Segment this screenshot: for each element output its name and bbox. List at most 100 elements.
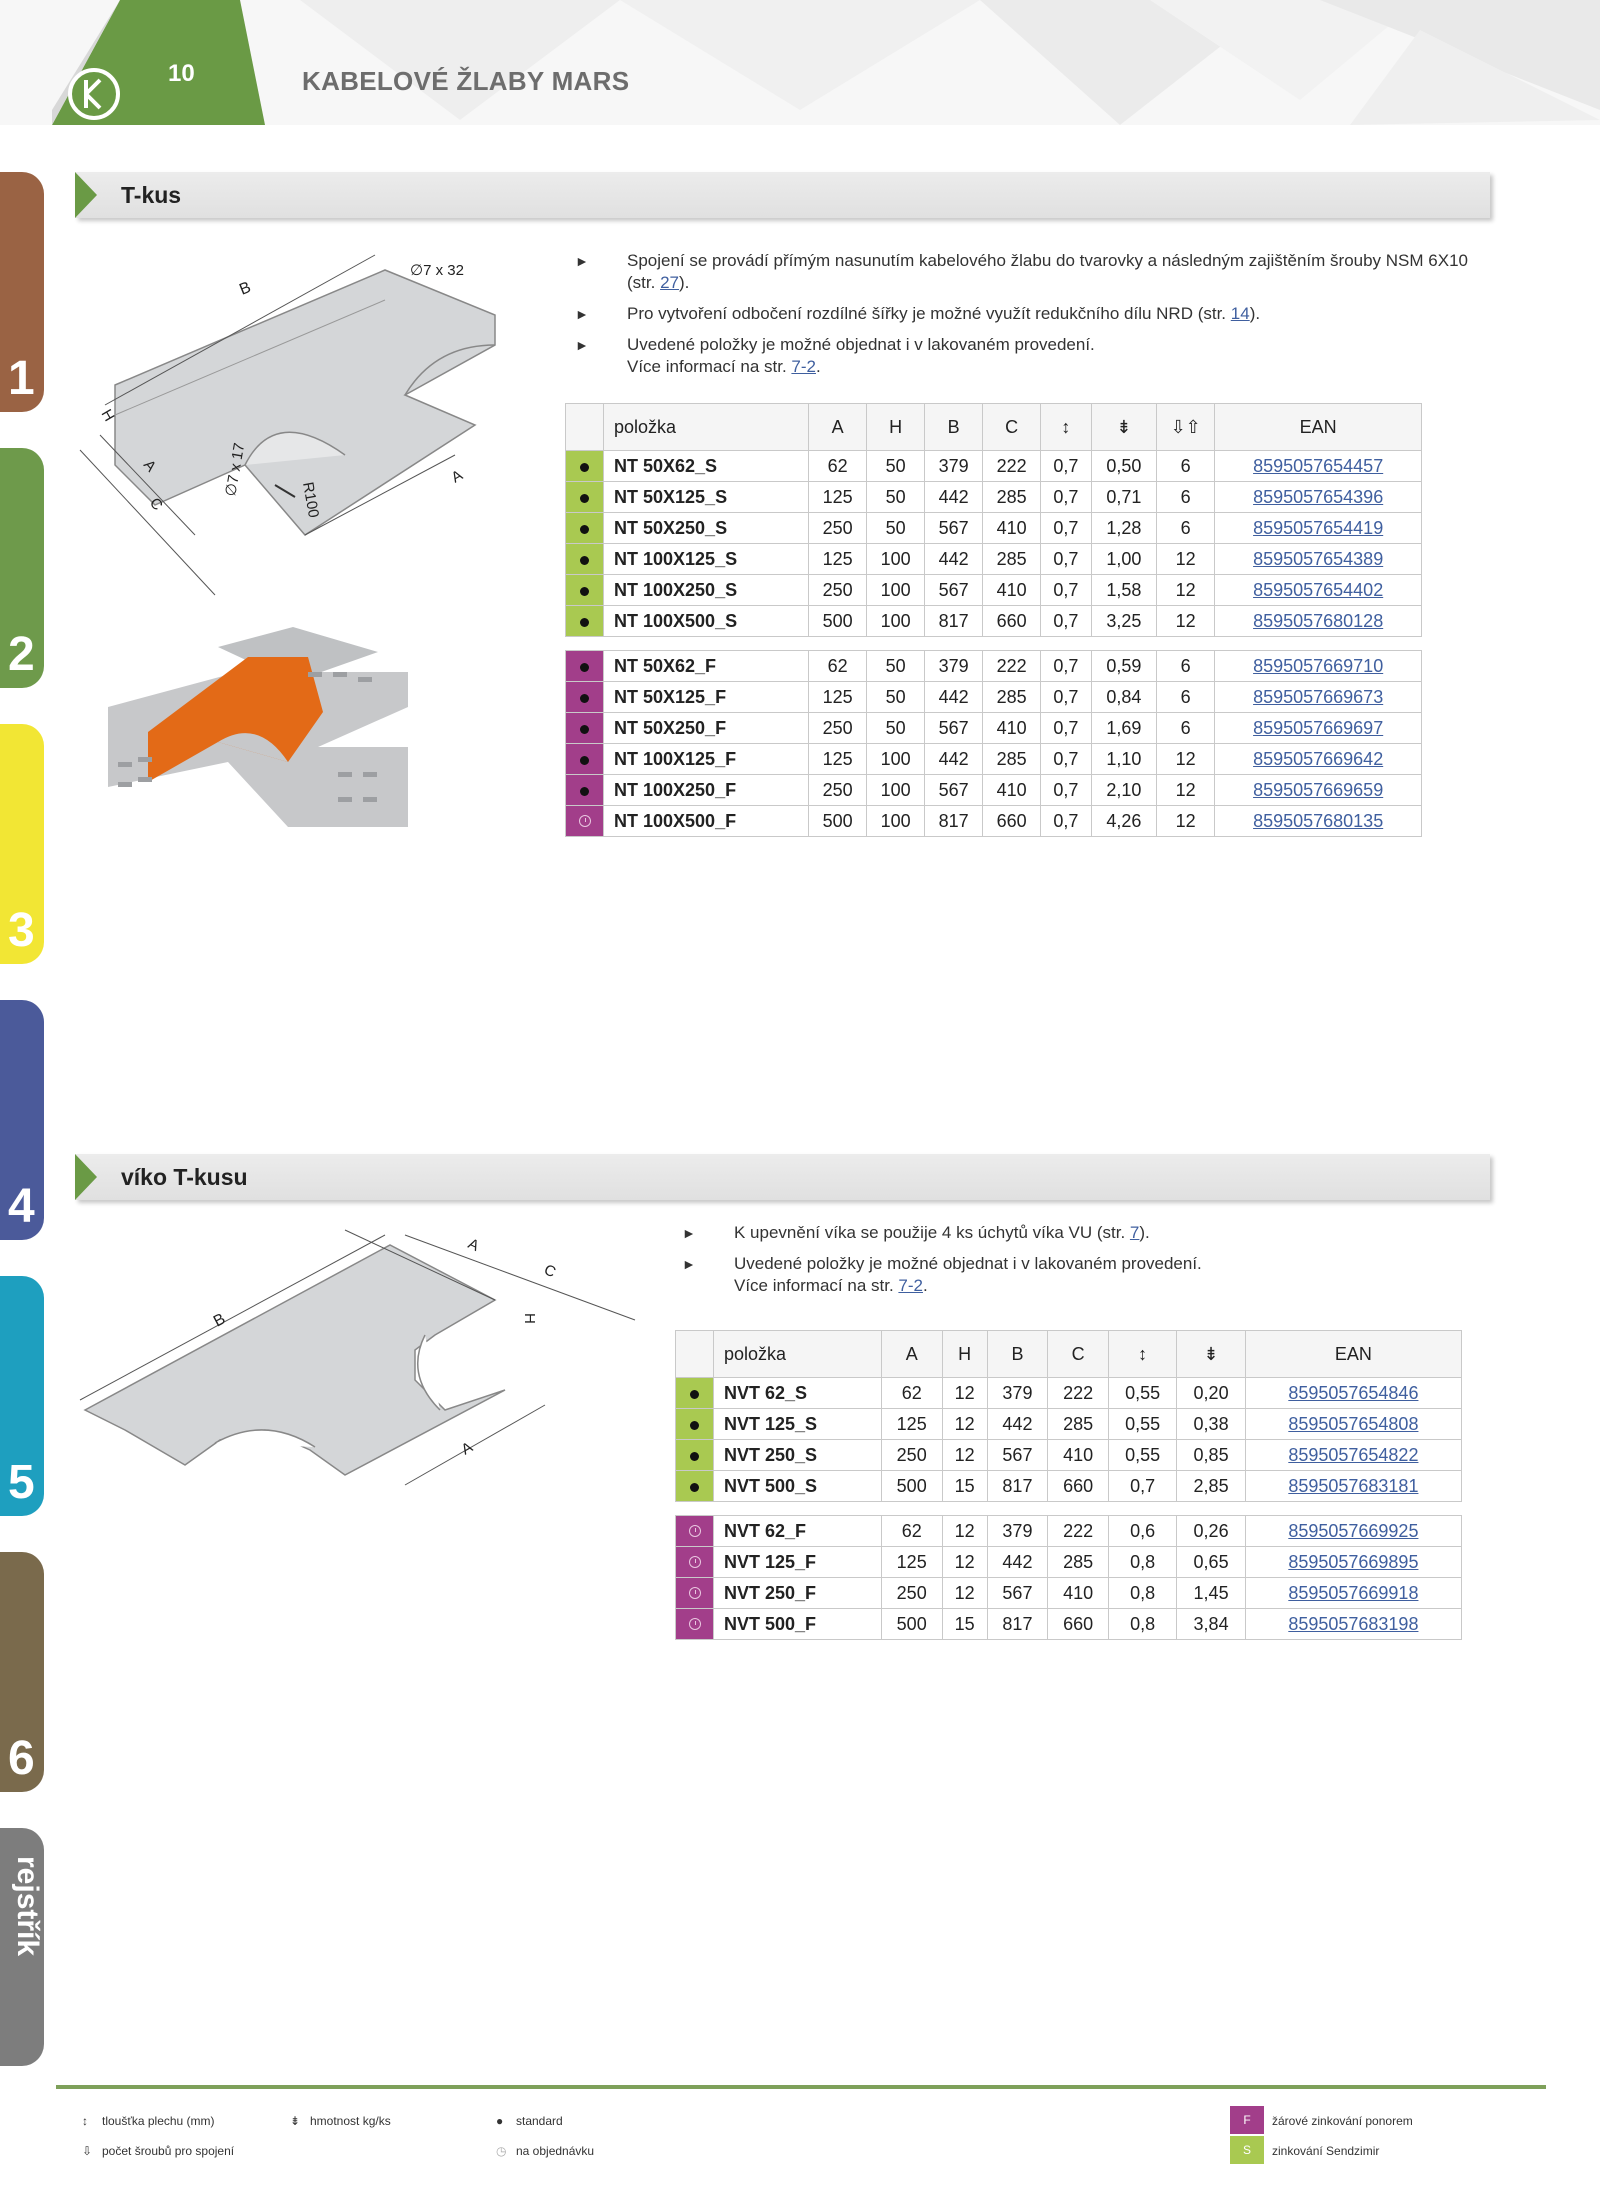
viko-table: položka A H B C ↕ ⇟ EAN NVT 62_S 62 12 379 222 0,55 0,… (675, 1330, 1463, 1640)
table-cell: 0,38 (1176, 1408, 1246, 1440)
table-cell: 442 (924, 543, 984, 575)
item-code: NT 50X250_S (602, 512, 810, 544)
header-title: KABELOVÉ ŽLABY MARS (302, 66, 630, 96)
table-cell: 567 (924, 712, 984, 744)
table-cell: 12 (1156, 605, 1216, 637)
ean-link[interactable]: 8595057683181 (1244, 1470, 1463, 1502)
column-header: ⇟ (1090, 403, 1158, 451)
item-code: NVT 62_S (713, 1377, 882, 1409)
table-cell: 3,84 (1176, 1608, 1246, 1640)
ean-link[interactable]: 8595057654457 (1214, 450, 1422, 482)
table-cell: 567 (986, 1439, 1049, 1471)
ean-link[interactable]: 8595057669642 (1214, 743, 1422, 775)
ean-link[interactable]: 8595057669918 (1244, 1577, 1463, 1609)
table-cell: 660 (982, 605, 1042, 637)
ean-link[interactable]: 8595057669710 (1214, 650, 1422, 682)
table-cell: 0,85 (1176, 1439, 1246, 1471)
item-code: NVT 250_F (713, 1577, 882, 1609)
table-row: NT 100X125_S 125 100 442 285 0,7 1,00 12 8595057… (565, 543, 1422, 575)
table-cell: 0,50 (1090, 450, 1158, 482)
section-header-viko: víko T-kusu (75, 1154, 1490, 1200)
table-cell: 0,55 (1107, 1377, 1178, 1409)
page-link[interactable]: 14 (1231, 304, 1250, 323)
table-cell: 410 (982, 712, 1042, 744)
footer-divider (56, 2085, 1546, 2089)
ean-link[interactable]: 8595057654808 (1244, 1408, 1463, 1440)
screws-icon: ⇩ (82, 2144, 93, 2158)
ean-link[interactable]: 8595057680135 (1214, 805, 1422, 837)
ean-link[interactable]: 8595057683198 (1244, 1608, 1463, 1640)
table-cell: 442 (924, 743, 984, 775)
clock-icon (688, 1555, 701, 1568)
item-code: NT 50X125_S (602, 481, 810, 513)
ean-link[interactable]: 8595057654402 (1214, 574, 1422, 606)
page-link[interactable]: 7-2 (898, 1276, 923, 1295)
table-cell: 0,55 (1107, 1439, 1178, 1471)
marker-header (675, 1330, 714, 1378)
dot-icon (580, 755, 589, 765)
legend-on-order: ◷ na objednávku (496, 2144, 595, 2158)
ean-link[interactable]: 8595057654396 (1214, 481, 1422, 513)
clock-icon (688, 1524, 701, 1537)
table-row: NT 100X250_S 250 100 567 410 0,7 1,58 12 8595057… (565, 574, 1422, 606)
item-code: NVT 500_F (713, 1608, 882, 1640)
page-link[interactable]: 27 (660, 273, 679, 292)
company-logo (66, 66, 122, 122)
standard-dot-icon (565, 574, 604, 606)
ean-link[interactable]: 8595057654846 (1244, 1377, 1463, 1409)
item-code: NT 100X250_S (602, 574, 810, 606)
side-tab-4[interactable]: 4 (0, 1000, 44, 1240)
side-tab-3[interactable]: 3 (0, 724, 44, 964)
ean-link[interactable]: 8595057680128 (1214, 605, 1422, 637)
table-row: NVT 250_S 250 12 567 410 0,55 0,85 859505765482… (675, 1439, 1463, 1471)
standard-dot-icon (675, 1377, 714, 1409)
column-header: položka (713, 1330, 882, 1378)
table-cell: 410 (1047, 1439, 1109, 1471)
side-tab-1[interactable]: 1 (0, 172, 44, 412)
table-cell: 0,20 (1176, 1377, 1246, 1409)
table-cell: 817 (924, 805, 984, 837)
table-cell: 285 (1047, 1408, 1109, 1440)
table-row: NT 100X500_F 500 100 817 660 0,7 4,26 12 8595057… (565, 805, 1422, 837)
table-cell: 567 (986, 1577, 1049, 1609)
ean-link[interactable]: 8595057669659 (1214, 774, 1422, 806)
ean-link[interactable]: 8595057654822 (1244, 1439, 1463, 1471)
table-cell: 1,28 (1090, 512, 1158, 544)
table-cell: 6 (1156, 681, 1216, 713)
side-tab-5[interactable]: 5 (0, 1276, 44, 1516)
table-cell: 0,71 (1090, 481, 1158, 513)
table-cell: 15 (941, 1470, 988, 1502)
standard-dot-icon (675, 1470, 714, 1502)
ean-link[interactable]: 8595057669895 (1244, 1546, 1463, 1578)
page-link[interactable]: 7 (1130, 1223, 1139, 1242)
column-header: C (982, 403, 1042, 451)
ean-link[interactable]: 8595057654389 (1214, 543, 1422, 575)
table-cell: 500 (808, 805, 868, 837)
item-code: NT 50X125_F (602, 681, 810, 713)
dot-icon (580, 693, 589, 703)
table-cell: 1,58 (1090, 574, 1158, 606)
side-tab-2[interactable]: 2 (0, 448, 44, 688)
table-cell: 0,7 (1040, 481, 1092, 513)
section-header-t-kus: T-kus (75, 172, 1490, 218)
ean-link[interactable]: 8595057669925 (1244, 1515, 1463, 1547)
table-cell: 379 (924, 450, 984, 482)
table-cell: 660 (982, 805, 1042, 837)
marker-header (565, 403, 604, 451)
page-link[interactable]: 7-2 (791, 357, 816, 376)
ean-link[interactable]: 8595057669673 (1214, 681, 1422, 713)
finish-marker (675, 1608, 714, 1640)
ean-link[interactable]: 8595057654419 (1214, 512, 1422, 544)
table-cell: 222 (1047, 1515, 1109, 1547)
table-cell: 0,7 (1040, 543, 1092, 575)
table-cell: 410 (982, 774, 1042, 806)
table-cell: 1,00 (1090, 543, 1158, 575)
side-tab-6[interactable]: 6 (0, 1552, 44, 1792)
t-piece-product-photo (108, 627, 408, 827)
side-tab-index[interactable]: rejstřík (0, 1828, 44, 2066)
table-cell: 0,8 (1107, 1608, 1178, 1640)
table-cell: 250 (808, 712, 868, 744)
ean-link[interactable]: 8595057669697 (1214, 712, 1422, 744)
dot-icon (580, 555, 589, 565)
finish-marker (675, 1515, 714, 1547)
